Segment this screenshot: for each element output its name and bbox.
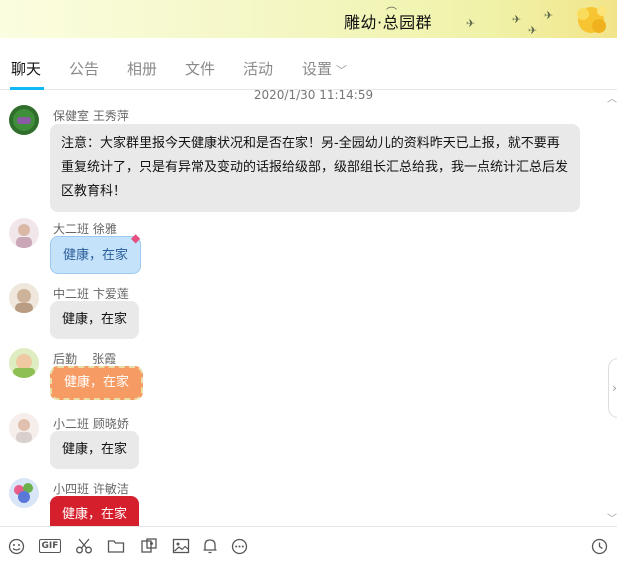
message-sender: 保健室 王秀萍 (53, 109, 129, 123)
bird-decoration-icon: ✈ (466, 17, 476, 30)
bird-decoration-icon: ✈ (528, 24, 538, 37)
window-title: 雕幼·总园群 (344, 13, 433, 32)
message-bubble[interactable]: 健康，在家 (50, 301, 140, 339)
avatar[interactable] (9, 348, 39, 378)
chevron-right-icon[interactable]: › (608, 358, 617, 418)
scissors-icon[interactable] (74, 536, 94, 556)
flower-decoration-icon (577, 6, 607, 33)
message-bubble[interactable]: 健康，在家 (50, 496, 140, 526)
gif-label: GIF (38, 539, 62, 553)
avatar[interactable] (9, 478, 39, 508)
tab-album[interactable]: 相册 (127, 58, 157, 79)
message-sender: 后勤 张霞 (53, 352, 117, 366)
message-timestamp: 2020/1/30 11:14:59 (253, 90, 374, 102)
tab-settings-label: 设置 (302, 60, 333, 78)
chat-message-list[interactable]: 2020/1/30 11:14:59 ︿ 保健室 王秀萍 注意：大家群里报今天健… (0, 90, 617, 526)
folder-icon[interactable] (106, 536, 126, 556)
message-sender: 大二班 徐雅 (53, 222, 117, 236)
kite-decoration-icon: ◆ (131, 231, 141, 245)
message-bubble[interactable]: 健康，在家 (50, 236, 142, 274)
image-icon[interactable] (171, 536, 191, 556)
title-bar: ⌒ ✈ ✈ ✈ ✈ 雕幼·总园群 (0, 0, 617, 38)
bird-decoration-icon: ✈ (544, 9, 554, 22)
chevron-down-icon: ﹀ (336, 64, 348, 77)
avatar[interactable] (9, 218, 39, 248)
screenshot-icon[interactable] (139, 536, 159, 556)
input-toolbar: GIF (0, 526, 617, 565)
message-sender: 小四班 许敏洁 (53, 482, 129, 496)
scroll-up-icon[interactable]: ︿ (607, 90, 617, 105)
tab-settings[interactable]: 设置 ﹀ (302, 58, 347, 79)
emoji-icon[interactable] (7, 536, 25, 556)
message-sender: 小二班 顾晓娇 (53, 417, 129, 431)
message-sender: 中二班 卞爱莲 (53, 287, 129, 301)
avatar[interactable] (9, 283, 39, 313)
tab-files[interactable]: 文件 (185, 58, 215, 79)
message-bubble[interactable]: 健康，在家 (50, 366, 144, 400)
avatar[interactable] (9, 413, 39, 443)
gif-icon[interactable]: GIF (37, 536, 63, 556)
tab-chat[interactable]: 聊天 (11, 58, 41, 79)
message-bubble[interactable]: 注意：大家群里报今天健康状况和是否在家！另-全园幼儿的资料昨天已上报，就不要再重… (50, 124, 580, 212)
history-icon[interactable] (590, 536, 608, 556)
more-icon[interactable] (230, 536, 248, 556)
bell-icon[interactable] (201, 536, 219, 556)
scroll-down-icon[interactable]: ﹀ (607, 510, 617, 525)
tab-activity[interactable]: 活动 (243, 58, 273, 79)
bird-decoration-icon: ✈ (512, 13, 522, 26)
message-bubble[interactable]: 健康，在家 (50, 431, 140, 469)
avatar[interactable] (9, 105, 39, 135)
tab-bar: 聊天 公告 相册 文件 活动 设置 ﹀ (0, 38, 617, 90)
tab-announcement[interactable]: 公告 (69, 58, 99, 79)
